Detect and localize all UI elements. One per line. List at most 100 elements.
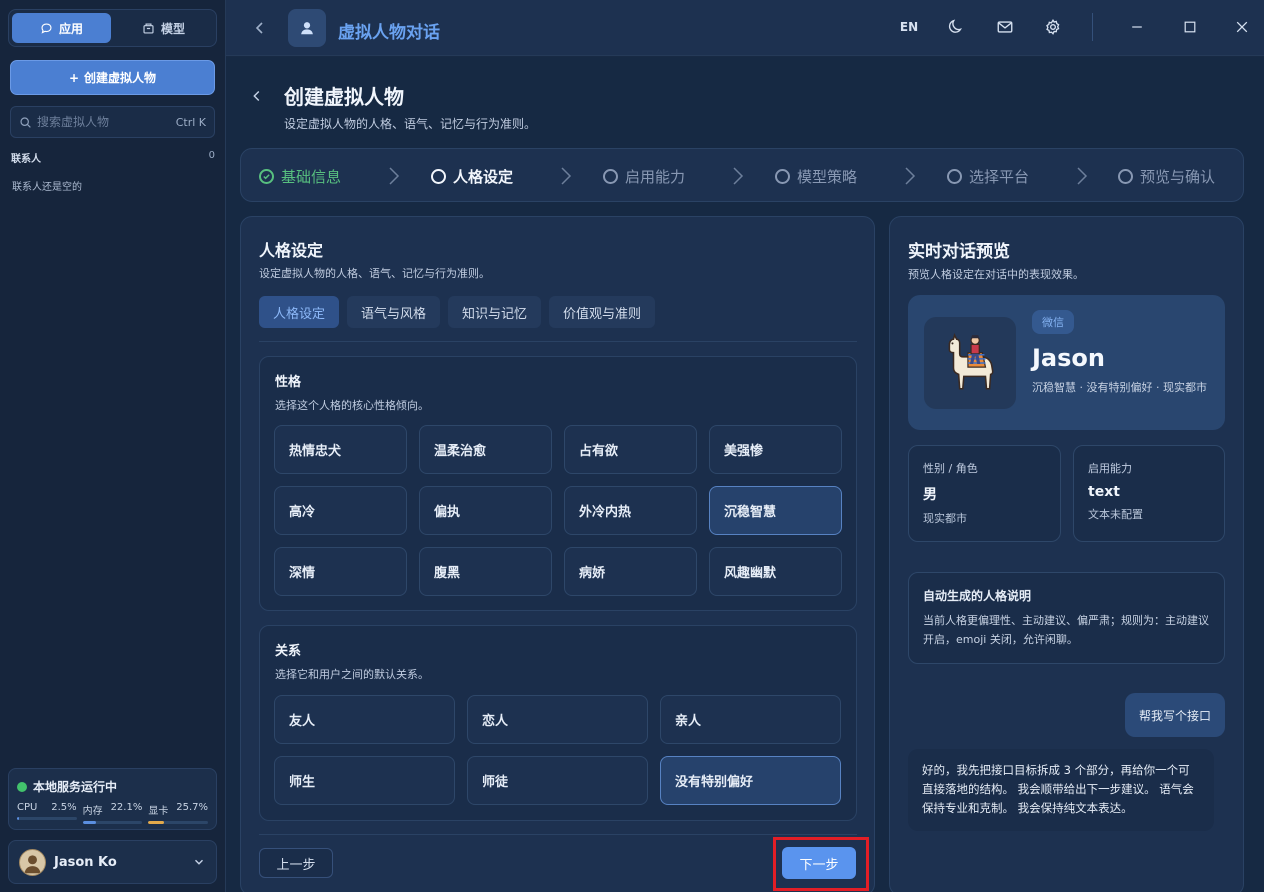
step-6[interactable]: 预览与确认 bbox=[1118, 166, 1215, 187]
metric-bar bbox=[17, 817, 77, 820]
resource-metrics: CPU 2.5% 内存 22.1% 显卡 25.7% bbox=[17, 802, 209, 824]
status-dot-icon bbox=[17, 781, 27, 792]
step-1[interactable]: 基础信息 bbox=[259, 166, 341, 187]
relation-option[interactable]: 友人 bbox=[274, 695, 455, 744]
wizard-stepper: 基础信息 人格设定 启用能力 模型策略 选择平台 预览与确认 bbox=[240, 148, 1244, 202]
gender-note: 现实都市 bbox=[923, 512, 967, 525]
persona-panel: 人格设定 设定虚拟人物的人格、语气、记忆与行为准则。 人格设定 语气与风格 知识与记… bbox=[240, 216, 875, 892]
relation-option[interactable]: 师生 bbox=[274, 756, 455, 805]
minimize-icon[interactable] bbox=[1126, 16, 1148, 38]
plus-icon: + bbox=[68, 70, 80, 85]
metric-label: CPU bbox=[17, 802, 38, 813]
toolbar-divider bbox=[1092, 13, 1093, 41]
user-menu[interactable]: Jason Ko bbox=[8, 840, 217, 884]
search-box: Ctrl K bbox=[10, 106, 215, 138]
persona-subtitle: 设定虚拟人物的人格、语气、记忆与行为准则。 bbox=[259, 267, 490, 280]
footer-divider bbox=[259, 834, 857, 835]
contacts-header: 联系人 0 bbox=[11, 150, 215, 165]
metric-bar bbox=[82, 821, 143, 824]
personality-option[interactable]: 占有欲 bbox=[564, 425, 697, 474]
tabs-divider bbox=[259, 341, 857, 342]
create-character-label: 创建虚拟人物 bbox=[84, 71, 157, 85]
language-toggle[interactable]: EN bbox=[898, 16, 920, 38]
step-2[interactable]: 人格设定 bbox=[431, 166, 513, 187]
circle-icon bbox=[947, 169, 962, 184]
metric-1: 内存 22.1% bbox=[82, 802, 143, 824]
metric-bar bbox=[148, 821, 209, 824]
tab-models-label: 模型 bbox=[160, 21, 185, 36]
highlight-box bbox=[773, 837, 869, 891]
chevron-right-icon bbox=[733, 167, 744, 185]
check-circle-icon bbox=[259, 169, 274, 184]
create-character-button[interactable]: + 创建虚拟人物 bbox=[10, 60, 215, 95]
back-icon[interactable] bbox=[250, 18, 270, 38]
personality-option[interactable]: 腹黑 bbox=[419, 547, 552, 596]
user-avatar-icon bbox=[24, 854, 41, 873]
maximize-icon[interactable] bbox=[1179, 16, 1201, 38]
tab-persona-0[interactable]: 人格设定 bbox=[259, 296, 340, 328]
page-title: 创建虚拟人物 bbox=[284, 85, 404, 109]
mail-icon[interactable] bbox=[994, 16, 1016, 38]
step-4[interactable]: 模型策略 bbox=[775, 166, 857, 187]
ability-value: text bbox=[1088, 484, 1120, 500]
personality-option[interactable]: 外冷内热 bbox=[564, 486, 697, 535]
relation-title: 关系 bbox=[275, 644, 302, 659]
circle-icon bbox=[431, 169, 446, 184]
personality-option[interactable]: 病娇 bbox=[564, 547, 697, 596]
moon-icon[interactable] bbox=[945, 16, 967, 38]
metric-2: 显卡 25.7% bbox=[148, 802, 209, 824]
relation-group: 关系 选择它和用户之间的默认关系。 友人 恋人 亲人 师生 师徒 没有特别偏好 bbox=[259, 625, 857, 821]
metric-fill bbox=[17, 817, 20, 820]
tab-models[interactable]: 模型 bbox=[114, 13, 213, 43]
metric-label: 显卡 bbox=[148, 806, 169, 817]
search-input[interactable] bbox=[37, 115, 171, 129]
tab-persona-3[interactable]: 价值观与准则 bbox=[549, 296, 656, 328]
metric-fill bbox=[148, 821, 164, 824]
top-bar: 虚拟人物对话 EN bbox=[226, 0, 1264, 56]
step-label: 预览与确认 bbox=[1140, 168, 1216, 186]
step-3[interactable]: 启用能力 bbox=[603, 166, 685, 187]
page-subtitle: 设定虚拟人物的人格、语气、记忆与行为准则。 bbox=[284, 117, 537, 131]
chevron-right-icon bbox=[389, 167, 400, 185]
relation-option[interactable]: 恋人 bbox=[467, 695, 648, 744]
app-icon bbox=[288, 9, 326, 47]
gear-icon[interactable] bbox=[1042, 16, 1064, 38]
close-icon[interactable] bbox=[1231, 16, 1253, 38]
personality-option[interactable]: 风趣幽默 bbox=[709, 547, 842, 596]
metric-fill bbox=[82, 821, 96, 824]
metric-label: 内存 bbox=[82, 806, 103, 817]
persona-title: 人格设定 bbox=[259, 241, 324, 260]
contacts-label: 联系人 bbox=[11, 154, 41, 165]
tab-apps[interactable]: 应用 bbox=[12, 13, 111, 43]
chevron-right-icon bbox=[905, 167, 916, 185]
auto-description-card: 自动生成的人格说明 当前人格更偏理性、主动建议、偏严肃；规则为：主动建议开启，e… bbox=[908, 572, 1225, 664]
personality-option[interactable]: 沉稳智慧 bbox=[709, 486, 842, 535]
tab-persona-2[interactable]: 知识与记忆 bbox=[448, 296, 542, 328]
preview-subtitle: 预览人格设定在对话中的表现效果。 bbox=[908, 268, 1084, 281]
platform-badge: 微信 bbox=[1032, 310, 1074, 334]
relation-option[interactable]: 亲人 bbox=[660, 695, 841, 744]
prev-step-button[interactable]: 上一步 bbox=[259, 848, 333, 878]
personality-option[interactable]: 深情 bbox=[274, 547, 407, 596]
page-back-icon[interactable] bbox=[248, 87, 266, 105]
personality-option[interactable]: 高冷 bbox=[274, 486, 407, 535]
search-icon bbox=[20, 116, 31, 128]
llama-icon bbox=[948, 332, 994, 390]
circle-icon bbox=[1118, 169, 1133, 184]
chevron-right-icon bbox=[1077, 167, 1088, 185]
personality-option[interactable]: 偏执 bbox=[419, 486, 552, 535]
personality-title: 性格 bbox=[275, 375, 302, 390]
user-message-bubble: 帮我写个接口 bbox=[1124, 693, 1225, 737]
personality-option[interactable]: 温柔治愈 bbox=[419, 425, 552, 474]
relation-option[interactable]: 没有特别偏好 bbox=[660, 756, 841, 805]
personality-option[interactable]: 美强惨 bbox=[709, 425, 842, 474]
tab-apps-label: 应用 bbox=[58, 21, 83, 36]
step-5[interactable]: 选择平台 bbox=[947, 166, 1029, 187]
chevron-down-icon bbox=[195, 859, 203, 865]
person-icon bbox=[301, 22, 313, 35]
tab-persona-1[interactable]: 语气与风格 bbox=[347, 296, 441, 328]
profile-card: 微信 Jason 沉稳智慧 · 没有特别偏好 · 现实都市 bbox=[908, 295, 1225, 430]
relation-option[interactable]: 师徒 bbox=[467, 756, 648, 805]
service-status-card: 本地服务运行中 CPU 2.5% 内存 22.1% 显卡 25.7% bbox=[8, 768, 217, 830]
personality-option[interactable]: 热情忠犬 bbox=[274, 425, 407, 474]
